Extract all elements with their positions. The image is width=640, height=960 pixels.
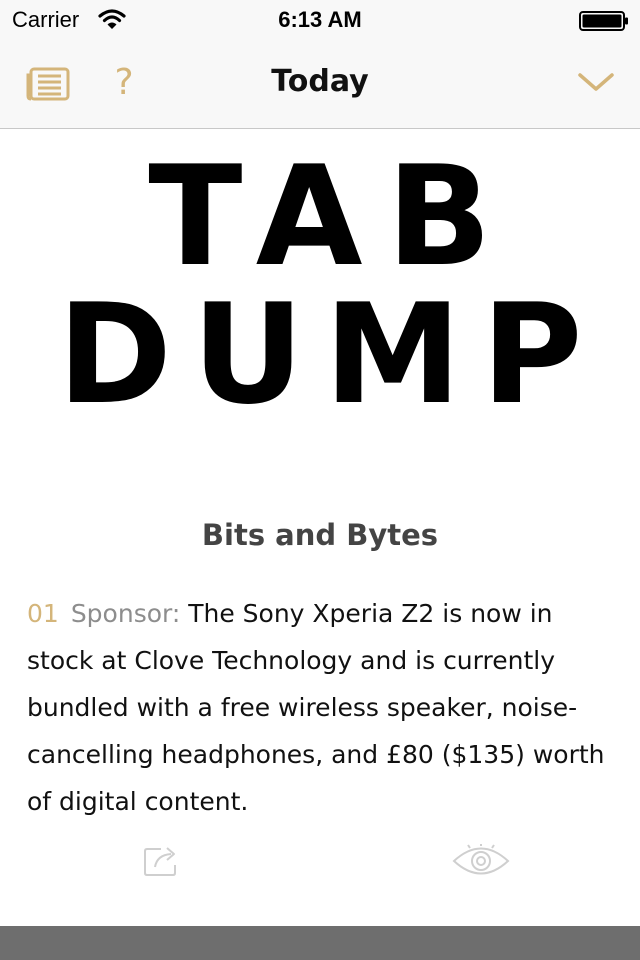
page-title: Today bbox=[271, 64, 369, 99]
screen: Carrier 6:13 AM ? Today TAB DUMP Bits an… bbox=[0, 0, 640, 960]
eye-icon[interactable] bbox=[452, 844, 510, 878]
status-bar: Carrier 6:13 AM bbox=[0, 0, 640, 40]
article-number: 01 bbox=[27, 599, 59, 628]
battery-icon bbox=[579, 11, 628, 31]
article-item[interactable]: 01 Sponsor: The Sony Xperia Z2 is now in … bbox=[27, 590, 617, 825]
hero-title: TAB DUMP bbox=[0, 148, 640, 424]
hero-line-2: DUMP bbox=[57, 274, 603, 435]
nav-bar: ? Today bbox=[0, 40, 640, 129]
article-body: The Sony Xperia Z2 is now in stock at Cl… bbox=[27, 599, 605, 816]
hero-line-1: TAB bbox=[148, 136, 516, 297]
article-tag: Sponsor: bbox=[70, 599, 181, 628]
section-title: Bits and Bytes bbox=[201, 518, 439, 552]
chevron-down-icon[interactable] bbox=[576, 68, 616, 96]
share-icon[interactable] bbox=[141, 843, 181, 879]
clock: 6:13 AM bbox=[278, 7, 362, 32]
bottom-bar bbox=[0, 926, 640, 960]
